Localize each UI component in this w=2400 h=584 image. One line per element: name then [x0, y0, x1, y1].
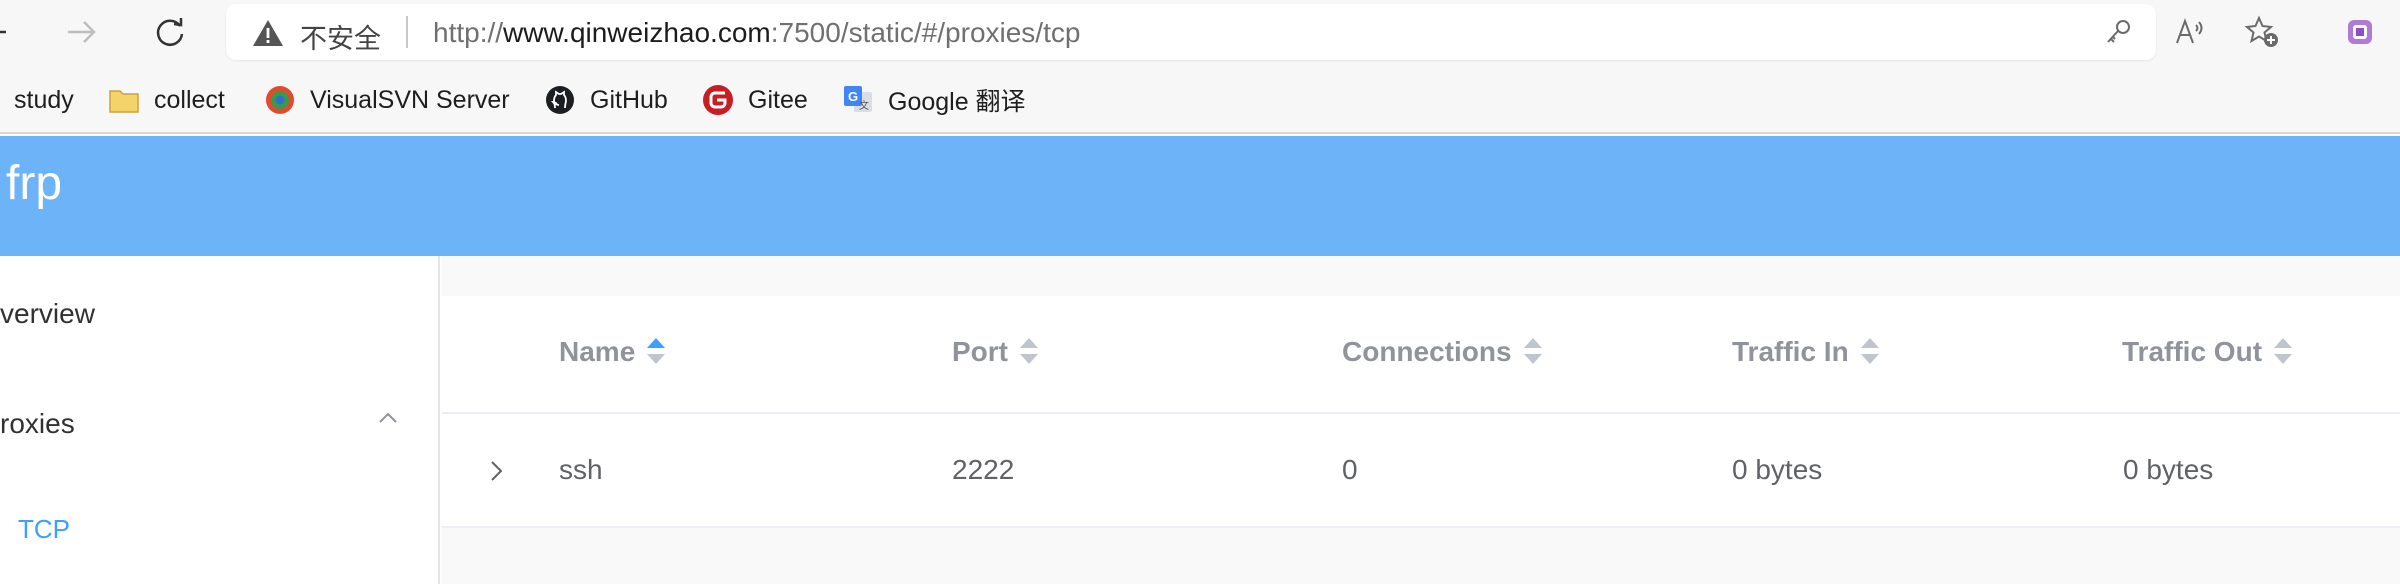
bookmark-study[interactable]: study [14, 82, 74, 118]
column-header-traffic-out[interactable]: Traffic Out [2122, 336, 2293, 368]
column-header-label: Name [559, 336, 636, 367]
back-button[interactable] [0, 10, 14, 54]
google-translate-icon: G文 [842, 84, 874, 116]
bookmark-label: Google 翻译 [888, 88, 1026, 116]
svg-text:文: 文 [859, 99, 869, 112]
forward-arrow-icon [68, 21, 96, 43]
address-bar[interactable]: 不安全 http://www.qinweizhao.com:7500/stati… [226, 4, 2278, 60]
bookmark-google-translate[interactable]: G文 Google 翻译 [842, 82, 1026, 118]
gitee-icon [702, 84, 734, 116]
bookmark-label: VisualSVN Server [310, 85, 510, 114]
warning-icon[interactable] [252, 18, 284, 48]
reload-icon [156, 18, 184, 46]
forward-button[interactable] [60, 10, 104, 54]
bookmarks-bar: study collect VisualSVN Server GitHub Gi… [0, 64, 2400, 134]
column-header-label: Traffic In [1732, 336, 1849, 367]
read-aloud-button[interactable] [2172, 14, 2208, 50]
read-aloud-icon [2176, 18, 2203, 44]
cell-traffic-in: 0 bytes [1732, 454, 1823, 485]
url-path: :7500/static/#/proxies/tcp [770, 17, 1081, 48]
bookmark-label: GitHub [590, 85, 668, 114]
sort-caret-icon[interactable] [647, 338, 666, 366]
header-divider [442, 412, 2400, 414]
app-header: frp [0, 136, 2400, 256]
url-scheme: http:// [433, 17, 504, 48]
add-favorite-button[interactable] [2244, 14, 2280, 50]
key-icon [2107, 20, 2130, 43]
bookmark-visualsvn[interactable]: VisualSVN Server [264, 82, 510, 118]
column-header-name[interactable]: Name [559, 336, 666, 368]
password-key-button[interactable] [2100, 14, 2136, 50]
column-header-traffic-in[interactable]: Traffic In [1732, 336, 1879, 368]
folder-icon [108, 84, 140, 116]
address-divider [406, 16, 408, 48]
cell-connections: 0 [1342, 454, 1358, 485]
bookmark-gitee[interactable]: Gitee [702, 82, 808, 118]
expand-row-chevron-icon[interactable] [486, 458, 508, 484]
extension-button[interactable] [2338, 10, 2382, 54]
cell-traffic-out: 0 bytes [2123, 454, 2214, 485]
sort-caret-icon[interactable] [1020, 338, 1038, 366]
back-arrow-icon [0, 30, 6, 34]
bookmark-github[interactable]: GitHub [544, 82, 668, 118]
column-header-connections[interactable]: Connections [1342, 336, 1542, 368]
cell-name: ssh [559, 454, 603, 485]
chevron-up-icon[interactable] [376, 406, 400, 430]
bookmark-label: collect [154, 85, 225, 114]
security-label[interactable]: 不安全 [300, 17, 381, 56]
svg-text:G: G [848, 89, 858, 104]
sort-caret-icon[interactable] [1523, 338, 1542, 366]
sidebar-item-overview[interactable]: verview [0, 298, 95, 330]
bookmark-collect[interactable]: collect [108, 82, 225, 118]
cell-port: 2222 [952, 454, 1015, 485]
sidebar-item-proxies[interactable]: roxies [0, 408, 75, 440]
visualsvn-icon [264, 84, 296, 116]
column-header-port[interactable]: Port [952, 336, 1038, 368]
column-header-label: Traffic Out [2122, 336, 2263, 367]
sort-caret-icon[interactable] [1860, 338, 1879, 366]
bookmark-label: study [14, 85, 74, 114]
browser-toolbar: 不安全 http://www.qinweizhao.com:7500/stati… [0, 0, 2400, 64]
sidebar: verview roxies TCP [0, 256, 440, 584]
row-divider [442, 526, 2400, 528]
column-header-label: Connections [1342, 336, 1512, 367]
proxies-table: Name Port Connections Traffic In Traffic… [442, 296, 2400, 528]
extension-icon [2348, 20, 2372, 44]
sidebar-item-tcp[interactable]: TCP [18, 514, 70, 545]
column-header-label: Port [952, 336, 1008, 367]
url-text[interactable]: http://www.qinweizhao.com:7500/static/#/… [433, 17, 1080, 49]
star-add-icon [2244, 15, 2278, 47]
url-host: www.qinweizhao.com [503, 17, 771, 48]
bookmark-label: Gitee [748, 85, 808, 114]
sort-caret-icon[interactable] [2274, 338, 2293, 366]
brand-logo[interactable]: frp [6, 156, 62, 211]
github-icon [544, 84, 576, 116]
reload-button[interactable] [148, 10, 192, 54]
